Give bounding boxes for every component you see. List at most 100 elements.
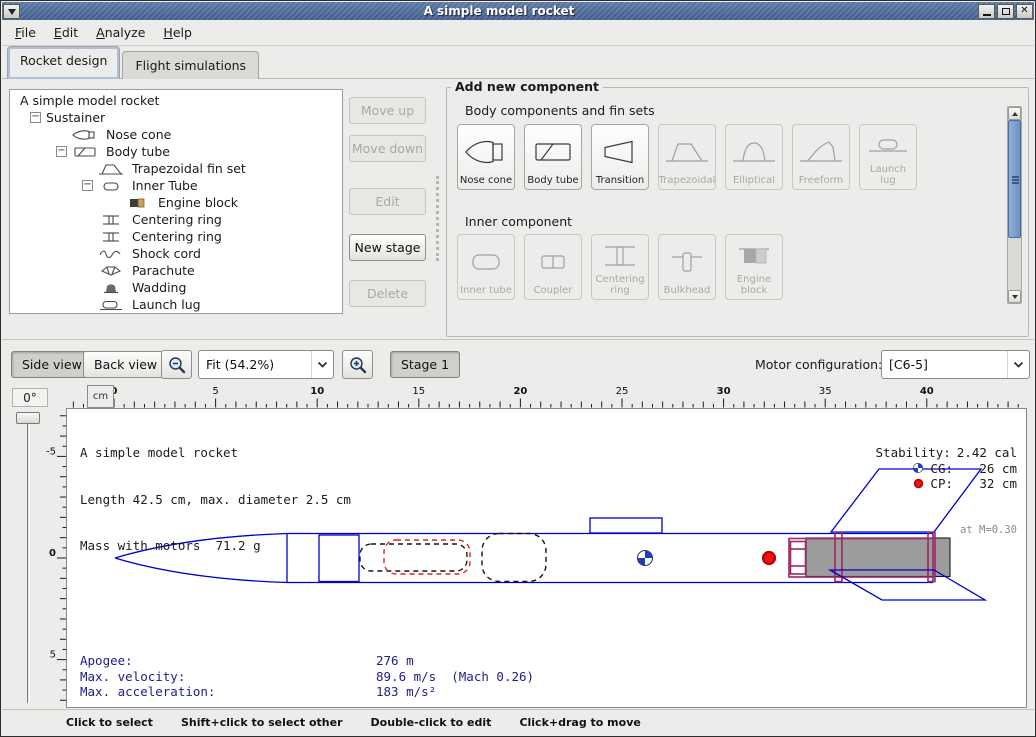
menu-edit[interactable]: Edit (45, 21, 87, 44)
comp-button-label: Transition (596, 175, 644, 186)
comp-button-label: Engine block (727, 274, 781, 296)
flight-label: Apogee: (80, 653, 376, 669)
flight-value: 183 m/s² (376, 684, 534, 700)
tree-item-inner-tube[interactable]: − Inner Tube (10, 177, 342, 194)
tree-item-shock-cord[interactable]: Shock cord (10, 245, 342, 262)
menu-help[interactable]: Help (154, 21, 201, 44)
tree-item-body-tube[interactable]: −Body tube (10, 143, 342, 160)
collapse-icon[interactable]: − (82, 180, 93, 191)
scroll-up-icon[interactable] (1008, 107, 1021, 120)
zoom-out-icon (167, 355, 187, 375)
rotation-slider-handle[interactable] (16, 412, 40, 424)
parachute-icon (98, 264, 124, 278)
add-nose-cone-button[interactable]: Nose cone (457, 124, 515, 190)
menu-bar: FileEditAnalyzeHelp (2, 20, 1034, 46)
motor-configuration-value: [C6-5] (882, 357, 1007, 372)
rotation-slider[interactable] (27, 415, 30, 703)
scrollbar-thumb[interactable] (1008, 120, 1021, 238)
scroll-down-icon[interactable] (1008, 290, 1021, 303)
motor-configuration-label: Motor configuration: (755, 357, 882, 372)
coupler-icon (526, 238, 580, 285)
wadding-icon (98, 281, 124, 295)
menu-file[interactable]: File (6, 21, 45, 44)
horizontal-ruler: 0510152025303540 (66, 385, 1027, 408)
status-hint: Double-click to edit (371, 716, 492, 729)
tree-item-centering-ring[interactable]: Centering ring (10, 211, 342, 228)
tree-item-label: Parachute (132, 263, 195, 278)
tree-item-label: Centering ring (132, 212, 222, 227)
nose-cone-icon (72, 128, 98, 142)
engine-block-icon (124, 196, 150, 210)
tree-item-label: A simple model rocket (20, 93, 159, 108)
freeform-fin-icon (794, 128, 848, 175)
inner-tube-icon (459, 238, 513, 285)
back-view-button[interactable]: Back view (83, 351, 168, 378)
close-button[interactable]: ✕ (1016, 4, 1033, 19)
window-menu-icon (8, 9, 16, 15)
body-components-label: Body components and fin sets (465, 103, 655, 118)
component-tree[interactable]: A simple model rocket−SustainerNose cone… (9, 89, 343, 314)
tree-item-engine-block[interactable]: Engine block (10, 194, 342, 211)
zoom-in-button[interactable] (342, 350, 373, 379)
add-component-panel: Add new component Body components and fi… (446, 87, 1029, 337)
body-tube-icon (72, 145, 98, 159)
maximize-button[interactable] (997, 4, 1014, 19)
tree-item-parachute[interactable]: Parachute (10, 262, 342, 279)
bulkhead-icon (660, 238, 714, 285)
comp-button-label: Inner tube (460, 285, 512, 296)
motor-configuration-select[interactable]: [C6-5] (881, 350, 1030, 379)
tree-item-launch-lug[interactable]: Launch lug (10, 296, 342, 313)
tree-item-a-simple-model-rocket[interactable]: A simple model rocket (10, 92, 342, 109)
cp-icon (913, 478, 924, 489)
shock-cord-outline[interactable] (360, 544, 467, 571)
panel-splitter-handle[interactable] (436, 176, 439, 261)
comp-button-label: Bulkhead (664, 285, 711, 296)
svg-text:5: 5 (212, 386, 218, 397)
parachute-outline[interactable] (482, 534, 546, 582)
window-menu-button[interactable] (3, 4, 20, 19)
tree-item-sustainer[interactable]: −Sustainer (10, 109, 342, 126)
tree-item-label: Inner Tube (132, 178, 198, 193)
tab-flight-simulations[interactable]: Flight simulations (122, 51, 259, 79)
svg-text:5: 5 (50, 650, 56, 661)
body-tube-icon (526, 128, 580, 175)
trapezoidal-fin-icon (98, 162, 124, 176)
minimize-icon (983, 14, 991, 16)
trapezoidal-fin-icon (660, 128, 714, 175)
component-scrollbar[interactable] (1007, 106, 1022, 304)
add-elliptical-button: Elliptical (725, 124, 783, 190)
tab-rocket-design[interactable]: Rocket design (7, 46, 120, 79)
rocket-mass-text: Mass with motors 71.2 g (80, 538, 351, 554)
view-toolbar: Side view Back view Fit (54.2%) Stage 1 … (2, 339, 1034, 385)
add-centering-ring-button: Centering ring (591, 234, 649, 300)
rocket-canvas[interactable]: A simple model rocket Length 42.5 cm, ma… (66, 408, 1027, 708)
add-transition-button[interactable]: Transition (591, 124, 649, 190)
collapse-icon[interactable]: − (30, 112, 41, 123)
collapse-icon[interactable]: − (56, 146, 67, 157)
flight-data: Apogee:276 mMax. velocity:89.6 m/s (Mach… (80, 653, 534, 700)
comp-button-label: Centering ring (593, 274, 647, 296)
minimize-button[interactable] (978, 4, 995, 19)
zoom-level-select[interactable]: Fit (54.2%) (198, 350, 334, 379)
tree-item-nose-cone[interactable]: Nose cone (10, 126, 342, 143)
tree-item-wadding[interactable]: Wadding (10, 279, 342, 296)
window-title: A simple model rocket (21, 2, 977, 20)
side-view-button[interactable]: Side view (11, 351, 93, 378)
zoom-out-button[interactable] (161, 350, 192, 379)
new-stage-button[interactable]: New stage (349, 234, 426, 261)
svg-text:20: 20 (513, 386, 527, 397)
maximize-icon (1002, 8, 1010, 15)
stability-value: 32 cm (959, 476, 1017, 492)
stability-row-stability: Stability:2.42 cal (876, 445, 1017, 461)
engine-block-outline[interactable] (791, 542, 806, 575)
tree-item-centering-ring[interactable]: Centering ring (10, 228, 342, 245)
add-body-tube-button[interactable]: Body tube (524, 124, 582, 190)
stage-1-toggle[interactable]: Stage 1 (390, 351, 460, 378)
flight-row-apogee: Apogee:276 m (80, 653, 534, 669)
launch-lug-outline[interactable] (590, 518, 662, 533)
tree-item-trapezoidal-fin-set[interactable]: Trapezoidal fin set (10, 160, 342, 177)
menu-analyze[interactable]: Analyze (87, 21, 154, 44)
rocket-info: A simple model rocket Length 42.5 cm, ma… (80, 414, 351, 585)
add-component-title: Add new component (451, 79, 603, 94)
ruler-unit-label: cm (87, 385, 114, 408)
